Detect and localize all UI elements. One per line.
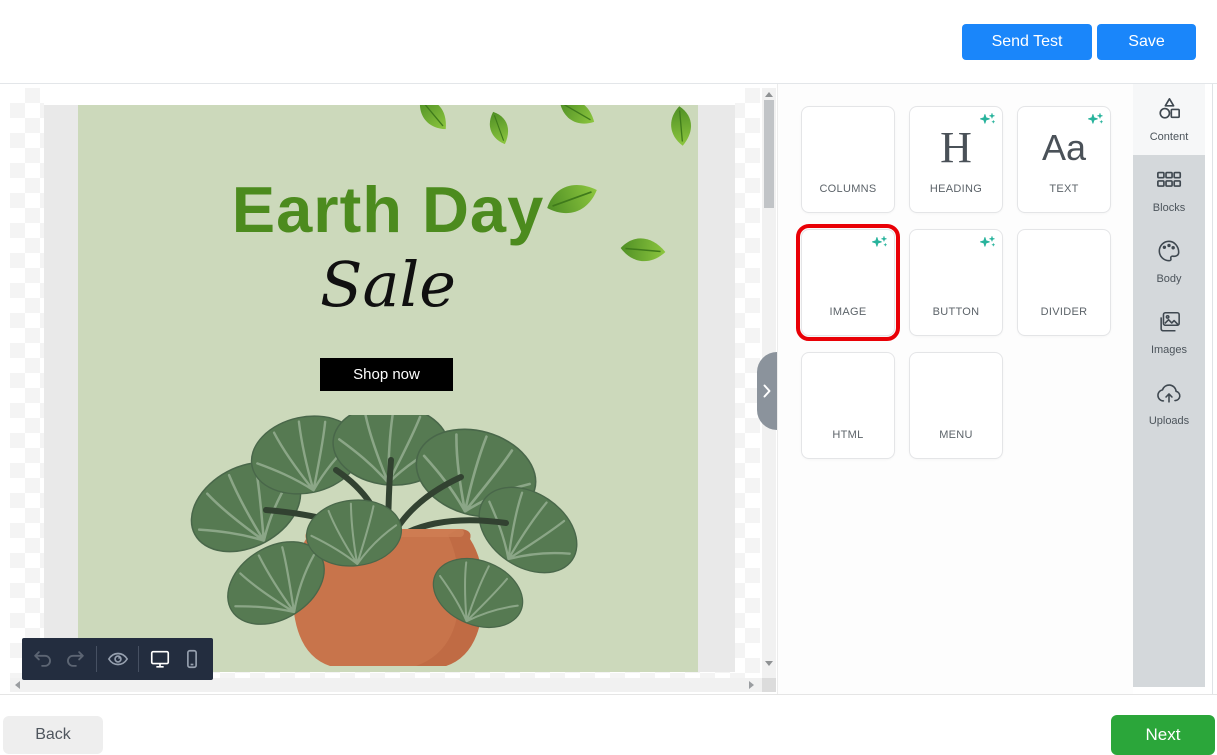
sidebar-item-content[interactable]: Content xyxy=(1133,84,1205,155)
back-button[interactable]: Back xyxy=(3,716,103,754)
upload-cloud-icon xyxy=(1156,381,1182,410)
scroll-up-arrow[interactable] xyxy=(765,92,773,97)
save-button[interactable]: Save xyxy=(1097,24,1196,60)
preview-toolbar xyxy=(22,638,213,680)
images-icon xyxy=(1156,310,1182,339)
hero-heading-text[interactable]: Earth Day xyxy=(78,177,698,242)
sidebar-item-label: Body xyxy=(1156,273,1181,285)
block-card-divider[interactable]: DIVIDER xyxy=(1017,229,1111,336)
ai-sparkle-icon xyxy=(978,112,996,130)
email-hero-section[interactable]: Earth Day Sale Shop now xyxy=(78,105,698,672)
block-label: MENU xyxy=(939,429,973,441)
block-label: BUTTON xyxy=(933,306,980,318)
block-card-text[interactable]: Aa TEXT xyxy=(1017,106,1111,213)
scroll-down-arrow[interactable] xyxy=(765,661,773,666)
block-label: DIVIDER xyxy=(1041,306,1088,318)
leaf-decoration xyxy=(417,105,450,130)
text-icon: Aa xyxy=(1042,125,1086,171)
panel-collapse-handle[interactable] xyxy=(757,352,777,430)
vertical-scrollbar-thumb[interactable] xyxy=(764,100,774,208)
block-card-image[interactable]: IMAGE xyxy=(801,229,895,336)
send-test-button[interactable]: Send Test xyxy=(962,24,1092,60)
scrollbar-corner xyxy=(762,678,776,692)
block-label: HTML xyxy=(832,429,863,441)
sidebar-item-label: Images xyxy=(1151,344,1187,356)
block-card-html[interactable]: HTML xyxy=(801,352,895,459)
sidebar-item-images[interactable]: Images xyxy=(1133,297,1205,368)
block-card-heading[interactable]: H HEADING xyxy=(909,106,1003,213)
chevron-right-icon xyxy=(762,383,772,399)
sidebar-item-body[interactable]: Body xyxy=(1133,226,1205,297)
ai-sparkle-icon xyxy=(978,235,996,253)
bottom-bar: Back Next xyxy=(0,694,1217,755)
sidebar-item-label: Blocks xyxy=(1153,202,1185,214)
block-label: IMAGE xyxy=(830,306,867,318)
email-top-row[interactable] xyxy=(44,88,735,105)
editor-mode-sidebar: Content Blocks Body Images Uploads xyxy=(1133,84,1205,687)
sidebar-item-uploads[interactable]: Uploads xyxy=(1133,368,1205,439)
sidebar-item-blocks[interactable]: Blocks xyxy=(1133,155,1205,226)
block-card-button[interactable]: BUTTON xyxy=(909,229,1003,336)
hero-script-text[interactable]: Sale xyxy=(78,251,698,319)
undo-icon[interactable] xyxy=(31,647,55,671)
block-label: HEADING xyxy=(930,183,982,195)
ai-sparkle-icon xyxy=(870,235,888,253)
heading-icon: H xyxy=(940,125,972,171)
preview-eye-icon[interactable] xyxy=(106,647,130,671)
blocks-grid-icon xyxy=(1156,168,1182,197)
ai-sparkle-icon xyxy=(1086,112,1104,130)
toolbar-divider xyxy=(96,646,97,672)
email-canvas: Earth Day Sale Shop now xyxy=(10,88,760,678)
potted-plant-image[interactable] xyxy=(176,415,600,672)
scroll-left-arrow[interactable] xyxy=(15,681,20,689)
palette-icon xyxy=(1156,239,1182,268)
content-shapes-icon xyxy=(1156,97,1182,126)
email-builder-page: Send Test Save Earth Day Sale Shop now xyxy=(0,0,1217,755)
shop-now-button[interactable]: Shop now xyxy=(320,358,453,391)
content-blocks-panel: COLUMNS H HEADING Aa TEXT IMAGE BUTTON DIVIDER H… xyxy=(777,84,1133,694)
leaf-decoration xyxy=(660,105,698,147)
sidebar-item-label: Uploads xyxy=(1149,415,1189,427)
leaf-decoration xyxy=(482,111,517,146)
next-button[interactable]: Next xyxy=(1111,715,1215,755)
block-card-columns[interactable]: COLUMNS xyxy=(801,106,895,213)
mobile-icon[interactable] xyxy=(180,647,204,671)
block-label: COLUMNS xyxy=(819,183,876,195)
block-label: TEXT xyxy=(1049,183,1078,195)
toolbar-divider xyxy=(138,646,139,672)
leaf-decoration xyxy=(559,105,596,130)
desktop-icon[interactable] xyxy=(148,647,172,671)
scroll-right-arrow[interactable] xyxy=(749,681,754,689)
blocks-grid: COLUMNS H HEADING Aa TEXT IMAGE BUTTON DIVIDER H… xyxy=(801,106,1111,459)
block-card-menu[interactable]: MENU xyxy=(909,352,1003,459)
horizontal-scrollbar[interactable] xyxy=(10,678,762,692)
redo-icon[interactable] xyxy=(63,647,87,671)
top-bar: Send Test Save xyxy=(0,0,1217,84)
panel-edge-divider xyxy=(1212,84,1213,694)
sidebar-item-label: Content xyxy=(1150,131,1189,143)
